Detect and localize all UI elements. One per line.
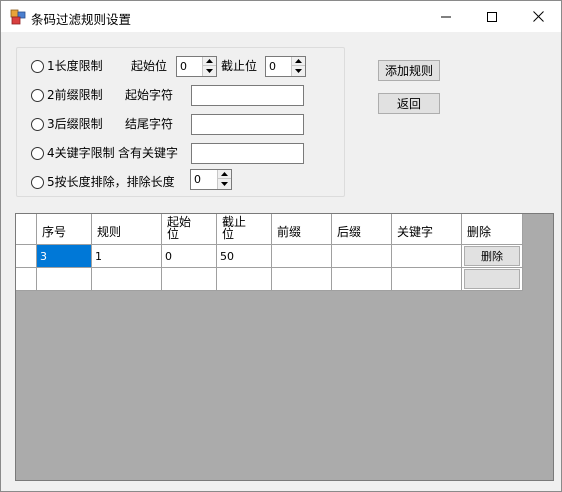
delete-cell <box>462 268 523 291</box>
spin-down-icon[interactable] <box>292 66 305 75</box>
spin-up-icon[interactable] <box>292 57 305 66</box>
column-header-end[interactable]: 截止 位 <box>217 214 272 245</box>
prefix-limit-label: 2前缀限制 <box>47 88 103 102</box>
rules-grid[interactable]: 序号 规则 起始 位 截止 位 前缀 后缀 关键字 删除 3 1 0 50 删除 <box>15 213 554 481</box>
minimize-button[interactable] <box>423 1 469 32</box>
column-header-start[interactable]: 起始 位 <box>162 214 217 245</box>
row-header-cell[interactable] <box>16 245 37 268</box>
start-cell[interactable]: 0 <box>162 245 217 268</box>
grid-header-row: 序号 规则 起始 位 截止 位 前缀 后缀 关键字 删除 <box>16 214 523 245</box>
back-button[interactable]: 返回 <box>378 93 440 114</box>
prefix-cell[interactable] <box>272 245 332 268</box>
end-cell[interactable]: 50 <box>217 245 272 268</box>
end-position-spinner[interactable]: 0 <box>265 56 306 77</box>
start-position-value: 0 <box>180 60 187 73</box>
exclude-length-spinner[interactable]: 0 <box>190 169 232 190</box>
spin-down-icon[interactable] <box>203 66 216 75</box>
column-header-seq[interactable]: 序号 <box>37 214 92 245</box>
seq-cell[interactable]: 3 <box>37 245 92 268</box>
start-chars-input[interactable] <box>191 85 304 106</box>
keyword-input[interactable] <box>191 143 304 164</box>
contains-keyword-label: 含有关键字 <box>118 146 179 160</box>
start-position-spinner[interactable]: 0 <box>176 56 217 77</box>
prefix-cell[interactable] <box>272 268 332 291</box>
exclude-length-label: 5按长度排除，排除长度 <box>47 175 175 189</box>
length-limit-label: 1长度限制 <box>47 59 103 73</box>
delete-row-button[interactable] <box>464 269 520 289</box>
end-chars-label: 结尾字符 <box>125 117 174 131</box>
spin-up-icon[interactable] <box>203 57 216 66</box>
radio-suffix-limit[interactable] <box>31 118 44 131</box>
suffix-limit-label: 3后缀限制 <box>47 117 103 131</box>
minimize-icon <box>441 16 451 17</box>
column-header-rule[interactable]: 规则 <box>92 214 162 245</box>
exclude-length-value: 0 <box>194 173 201 186</box>
main-window: 条码过滤规则设置 1长度限制 起始位 0 截止位 0 2前缀限制 起始字符 3后… <box>0 0 562 492</box>
start-chars-label: 起始字符 <box>125 88 174 102</box>
window-title: 条码过滤规则设置 <box>31 12 132 27</box>
add-rule-button[interactable]: 添加规则 <box>378 60 440 81</box>
start-cell[interactable] <box>162 268 217 291</box>
app-icon <box>10 9 26 25</box>
new-row[interactable] <box>16 268 523 291</box>
close-icon <box>532 11 544 22</box>
rule-cell[interactable] <box>92 268 162 291</box>
keyword-cell[interactable] <box>392 245 462 268</box>
title-bar[interactable]: 条码过滤规则设置 <box>1 1 561 32</box>
maximize-icon <box>487 11 497 22</box>
delete-row-button[interactable]: 删除 <box>464 246 520 266</box>
radio-prefix-limit[interactable] <box>31 89 44 102</box>
delete-cell: 删除 <box>462 245 523 268</box>
row-header-corner <box>16 214 37 245</box>
column-header-keyword[interactable]: 关键字 <box>392 214 462 245</box>
spin-up-icon[interactable] <box>218 170 231 179</box>
suffix-cell[interactable] <box>332 245 392 268</box>
start-position-label: 起始位 <box>131 59 168 73</box>
keyword-limit-label: 4关键字限制 <box>47 146 115 160</box>
suffix-cell[interactable] <box>332 268 392 291</box>
column-header-suffix[interactable]: 后缀 <box>332 214 392 245</box>
radio-length-limit[interactable] <box>31 60 44 73</box>
rule-cell[interactable]: 1 <box>92 245 162 268</box>
close-button[interactable] <box>515 1 561 32</box>
end-chars-input[interactable] <box>191 114 304 135</box>
end-cell[interactable] <box>217 268 272 291</box>
column-header-prefix[interactable]: 前缀 <box>272 214 332 245</box>
keyword-cell[interactable] <box>392 268 462 291</box>
spin-down-icon[interactable] <box>218 179 231 188</box>
table-row[interactable]: 3 1 0 50 删除 <box>16 245 523 268</box>
radio-keyword-limit[interactable] <box>31 147 44 160</box>
seq-cell[interactable] <box>37 268 92 291</box>
column-header-delete[interactable]: 删除 <box>462 214 523 245</box>
end-position-value: 0 <box>269 60 276 73</box>
end-position-label: 截止位 <box>221 59 258 73</box>
maximize-button[interactable] <box>469 1 515 32</box>
row-header-cell[interactable] <box>16 268 37 291</box>
radio-exclude-length[interactable] <box>31 176 44 189</box>
